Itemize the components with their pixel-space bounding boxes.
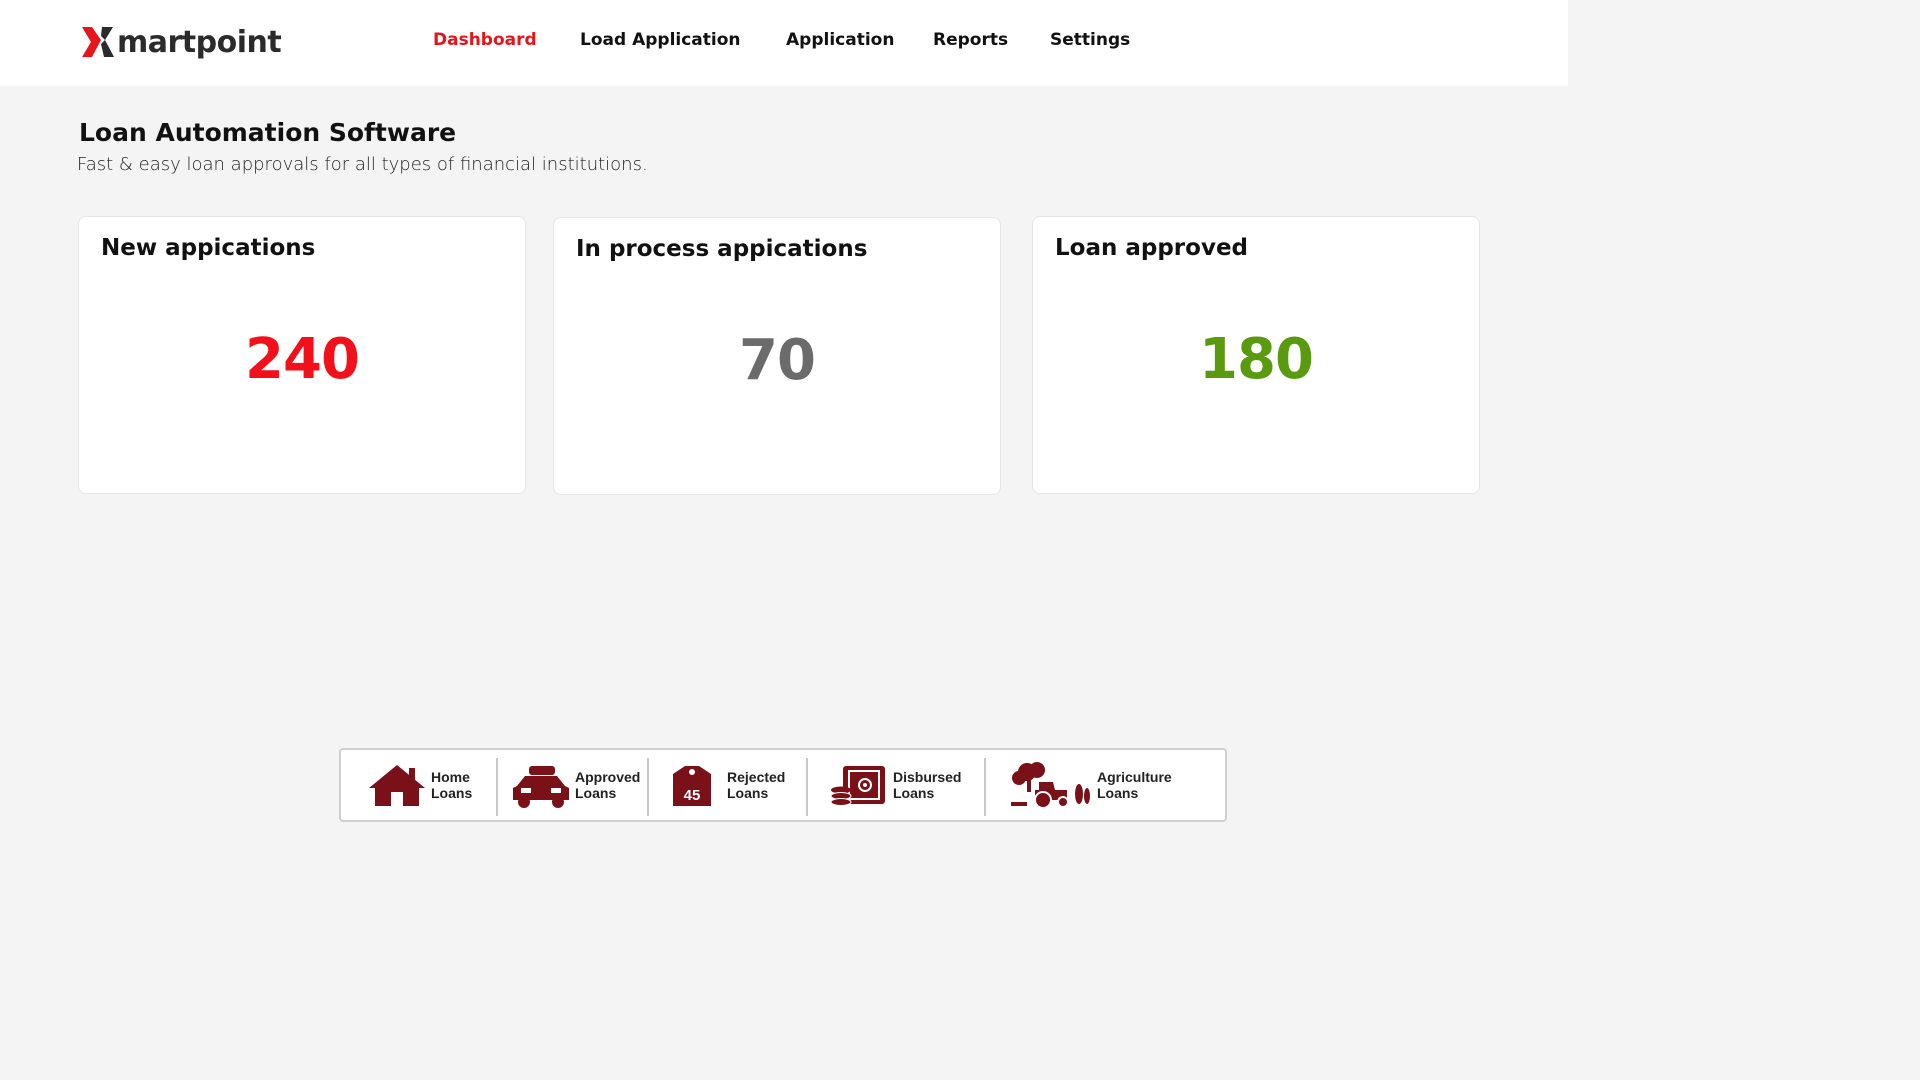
nav-reports[interactable]: Reports [933, 30, 1008, 50]
brand-logo[interactable]: martpoint [80, 22, 282, 62]
loan-type-approved[interactable]: Approved Loans [511, 750, 640, 820]
stat-card-value: 70 [739, 328, 816, 393]
divider [647, 758, 649, 816]
stat-card-title: New appications [101, 235, 316, 261]
tractor-icon [1011, 762, 1090, 809]
loan-type-label: Rejected Loans [727, 769, 786, 801]
tag-icon: 45 [673, 766, 711, 806]
page-title: Loan Automation Software [79, 118, 457, 147]
stat-card-loan-approved[interactable]: Loan approved 180 [1032, 216, 1480, 494]
loan-type-label: Approved Loans [575, 769, 641, 801]
loan-type-label: Disbursed Loans [893, 769, 962, 801]
house-icon [369, 765, 425, 806]
loan-type-rejected[interactable]: 45 Rejected Loans [663, 750, 785, 820]
safe-icon [830, 766, 885, 806]
nav-application[interactable]: Application [786, 30, 894, 50]
loan-type-label: Home Loans [431, 769, 473, 801]
nav-load-application[interactable]: Load Application [580, 30, 741, 50]
divider [984, 758, 986, 816]
stat-card-title: Loan approved [1055, 235, 1249, 261]
nav-settings[interactable]: Settings [1050, 30, 1130, 50]
divider [806, 758, 808, 816]
stat-card-new-applications[interactable]: New appications 240 [78, 216, 526, 494]
loan-type-disbursed[interactable]: Disbursed Loans [829, 750, 961, 820]
stat-card-in-process-applications[interactable]: In process appications 70 [553, 217, 1001, 495]
loan-types-bar: Home Loans Approved Loans 45 Rejected Lo… [339, 748, 1227, 822]
stat-card-value: 240 [245, 327, 360, 392]
top-navigation-bar: martpoint Dashboard Load Application App… [0, 0, 1568, 86]
logo-x-mark-icon [82, 27, 114, 57]
nav-dashboard[interactable]: Dashboard [433, 30, 537, 50]
stat-card-value: 180 [1199, 327, 1314, 392]
divider [496, 758, 498, 816]
loan-type-agriculture[interactable]: Agriculture Loans [1009, 750, 1172, 820]
page-subtitle: Fast & easy loan approvals for all types… [77, 154, 648, 175]
logo-text: martpoint [117, 24, 282, 60]
loan-type-label: Agriculture Loans [1097, 769, 1172, 801]
stat-card-title: In process appications [576, 236, 868, 262]
loan-type-home[interactable]: Home Loans [367, 750, 472, 820]
tag-badge: 45 [684, 787, 701, 804]
car-icon [513, 766, 569, 808]
